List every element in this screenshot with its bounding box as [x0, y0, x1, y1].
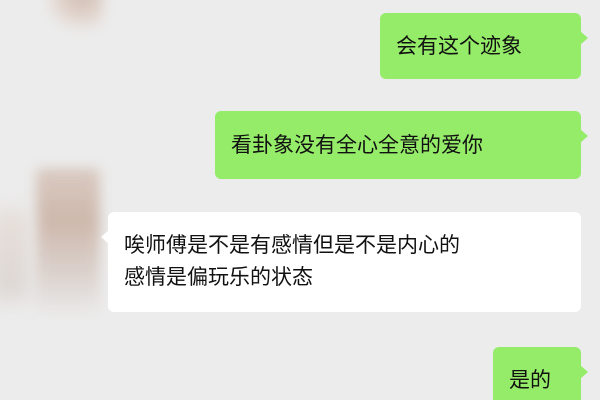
- message-bubble-self[interactable]: 看卦象没有全心全意的爱你: [215, 111, 588, 179]
- contact-avatar-blurred: [48, 0, 104, 30]
- message-text: 是的: [509, 368, 551, 392]
- chat-window: 会有这个迹象 看卦象没有全心全意的爱你 唉师傅是不是有感情但是不是内心的 感情是…: [0, 0, 600, 400]
- message-text-line: 感情是偏玩乐的状态: [124, 265, 313, 289]
- message-bubble-self[interactable]: 会有这个迹象: [380, 13, 588, 79]
- message-text-line: 唉师傅是不是有感情但是不是内心的: [124, 233, 460, 257]
- message-bubble-other[interactable]: 唉师傅是不是有感情但是不是内心的 感情是偏玩乐的状态: [101, 212, 581, 312]
- background-blur: [0, 210, 30, 300]
- contact-avatar[interactable]: [36, 168, 100, 318]
- message-text: 看卦象没有全心全意的爱你: [231, 133, 483, 157]
- message-bubble-self[interactable]: 是的: [493, 347, 588, 400]
- message-text: 会有这个迹象: [396, 34, 522, 58]
